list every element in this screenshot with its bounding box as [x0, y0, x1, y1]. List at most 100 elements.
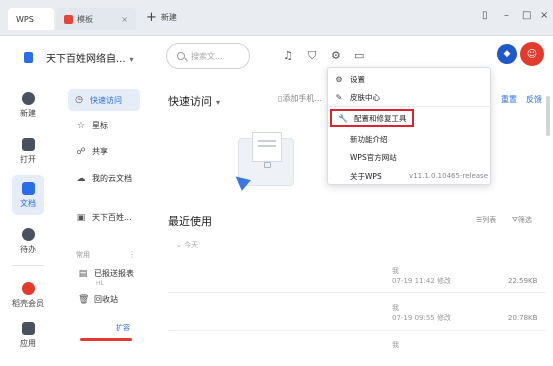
- tab-wps-label: WPS: [16, 14, 34, 24]
- lock-icon: [264, 162, 271, 168]
- expand-storage-link[interactable]: 扩容: [116, 323, 130, 333]
- list-view-button[interactable]: ☰列表: [476, 215, 496, 225]
- gear-icon[interactable]: ⚙: [331, 49, 341, 62]
- nav-new-label: 新建: [20, 109, 36, 118]
- message-icon[interactable]: ▭: [354, 49, 364, 62]
- paper-shape: [252, 132, 282, 162]
- nav-documents-label: 文档: [20, 199, 36, 208]
- share-icon: ☍: [76, 146, 86, 157]
- menu-item-label: 新功能介绍: [350, 134, 388, 144]
- menu-item-official-site[interactable]: WPS官方网站: [328, 148, 492, 166]
- sidebar-item-quick-access[interactable]: ◷ 快速访问: [68, 89, 140, 111]
- headset-icon[interactable]: ♫: [283, 49, 293, 62]
- recent-title: 最近使用: [168, 215, 212, 228]
- nav-todo-label: 待办: [20, 245, 36, 254]
- menu-item-label: WPS官方网站: [350, 152, 397, 162]
- plus-icon: +: [146, 9, 157, 25]
- empty-state-illustration: [231, 128, 302, 194]
- sidebar-item-label: 回收站: [94, 295, 118, 304]
- nav-open-label: 打开: [20, 155, 36, 164]
- file-size: 20.78KB: [508, 314, 538, 322]
- nav-open[interactable]: 打开: [0, 138, 56, 165]
- user-avatar[interactable]: ☺: [520, 42, 544, 66]
- version-label: v11.1.0.10465-release: [409, 172, 488, 180]
- nav-new[interactable]: 新建: [0, 92, 56, 119]
- tablet-mode-icon[interactable]: ▯: [482, 10, 488, 21]
- today-label: 今天: [184, 241, 199, 249]
- nav-apps-label: 应用: [20, 339, 36, 348]
- quick-access-hint[interactable]: ▯添加手机...: [278, 93, 322, 104]
- scrollbar[interactable]: [546, 96, 550, 136]
- table-row[interactable]: 我 07-19 09:55 修改: [392, 303, 451, 323]
- menu-item-config-repair-tool[interactable]: 🔧 配置和修复工具: [330, 109, 414, 127]
- more-icon[interactable]: ⋮: [128, 250, 136, 259]
- team-name: 天下百姓网络自...: [46, 54, 126, 65]
- search-placeholder: 搜索文...: [191, 51, 223, 61]
- sidebar-item-trash[interactable]: 🗑 回收站: [78, 294, 118, 305]
- menu-item-settings[interactable]: ⚙ 设置: [328, 70, 492, 88]
- reset-link[interactable]: 重置: [501, 94, 517, 105]
- list-view-label: 列表: [482, 216, 497, 224]
- new-tab-label: 新建: [160, 13, 177, 22]
- file-meta: 07-19 09:55 修改: [392, 314, 451, 322]
- sidebar-item-subtext: HL: [96, 280, 104, 287]
- team-icon: ▣: [76, 212, 86, 223]
- star-icon: ☆: [76, 120, 86, 131]
- team-doc-icon: [24, 52, 33, 63]
- filter-button[interactable]: ⛛筛选: [512, 215, 532, 225]
- today-group-label: ⌄ 今天: [176, 241, 199, 249]
- cloud-icon: ☁: [76, 173, 86, 184]
- nav-apps[interactable]: 应用: [0, 322, 56, 349]
- nav-docer-member[interactable]: 稻壳会员: [0, 282, 56, 309]
- sidebar-item-label: 快速访问: [90, 95, 122, 105]
- shirt-icon[interactable]: ⛉: [308, 49, 316, 63]
- nav-todo[interactable]: 待办: [0, 228, 56, 255]
- team-selector[interactable]: 天下百姓网络自... ▾: [46, 50, 134, 65]
- team-avatar[interactable]: ◆: [497, 44, 517, 64]
- template-icon: [64, 14, 73, 24]
- nav-documents[interactable]: 文档: [0, 182, 56, 209]
- file-meta: 07-19 11:42 修改: [392, 277, 451, 285]
- docer-icon: [21, 282, 35, 295]
- sidebar-item-label: 天下百姓...: [92, 213, 132, 222]
- new-tab-button[interactable]: + 新建: [146, 9, 177, 25]
- document-icon: [21, 182, 35, 195]
- tab-wps[interactable]: WPS: [8, 8, 54, 30]
- menu-item-new-features[interactable]: 新功能介绍: [328, 130, 492, 148]
- tab-template[interactable]: 模板 ×: [56, 8, 136, 30]
- nav-divider: [12, 265, 44, 266]
- close-tab-icon[interactable]: ×: [121, 15, 128, 24]
- close-window-icon[interactable]: ×: [540, 10, 548, 21]
- sidebar-item-starred[interactable]: ☆ 星标: [76, 120, 108, 131]
- apps-grid-icon: [21, 322, 35, 335]
- sidebar-item-label: 星标: [92, 121, 108, 130]
- file-size: 22.59KB: [508, 277, 538, 285]
- sidebar-section-label: 常用: [76, 251, 90, 259]
- folder-icon: ▤: [78, 268, 88, 279]
- quick-access-title[interactable]: 快速访问 ▾: [168, 93, 220, 109]
- tab-template-label: 模板: [77, 14, 93, 24]
- settings-menu: ⚙ 设置 ✎ 皮肤中心 🔧 配置和修复工具 新功能介绍 WPS官方网站 关于WP…: [327, 67, 492, 185]
- search-input[interactable]: 搜索文...: [166, 43, 250, 69]
- storage-bar: [80, 338, 132, 341]
- sidebar-item-shared[interactable]: ☍ 共享: [76, 146, 108, 157]
- clock-icon: ◷: [75, 95, 83, 105]
- file-owner: 我: [392, 267, 399, 275]
- feedback-link[interactable]: 反馈: [526, 94, 542, 105]
- chevron-down-icon: ▾: [129, 55, 134, 64]
- sidebar-item-reported[interactable]: ▤ 已报送报表: [78, 268, 134, 279]
- menu-divider: [328, 106, 492, 107]
- quick-access-label: 快速访问: [168, 95, 212, 108]
- sidebar-item-team[interactable]: ▣ 天下百姓...: [76, 212, 132, 223]
- menu-item-skin-center[interactable]: ✎ 皮肤中心: [328, 88, 492, 106]
- row-divider: [168, 292, 546, 293]
- sidebar-item-cloud-docs[interactable]: ☁ 我的云文档: [76, 173, 133, 184]
- menu-item-about[interactable]: 关于WPS v11.1.0.10465-release: [328, 167, 492, 185]
- table-row[interactable]: 我: [392, 340, 399, 350]
- file-owner: 我: [392, 341, 399, 349]
- maximize-icon[interactable]: □: [522, 10, 531, 21]
- table-row[interactable]: 我 07-19 11:42 修改: [392, 266, 451, 286]
- check-icon: [21, 228, 35, 241]
- folder-icon: [21, 138, 35, 151]
- minimize-icon[interactable]: –: [504, 10, 509, 21]
